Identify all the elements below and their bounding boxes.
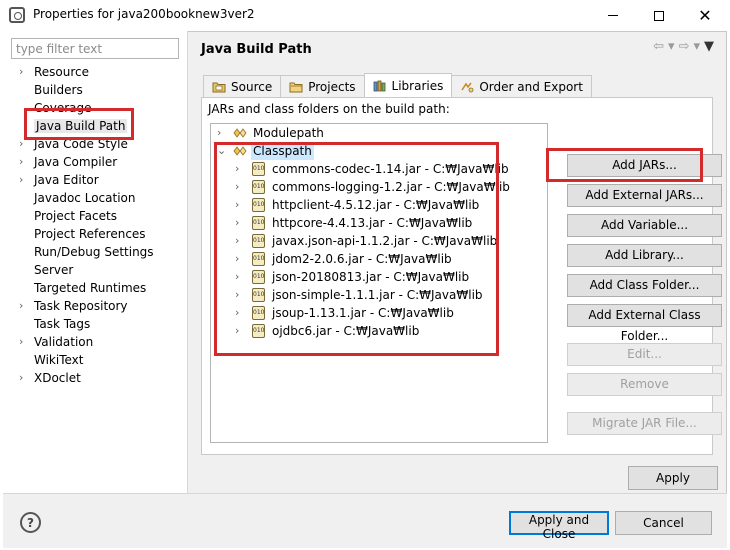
libraries-icon bbox=[373, 80, 385, 91]
add-variable-button[interactable]: Add Variable... bbox=[567, 214, 722, 237]
order-export-icon bbox=[461, 82, 474, 92]
sidebar-item-label: Run/Debug Settings bbox=[34, 245, 154, 259]
chevron-right-icon[interactable]: › bbox=[19, 63, 23, 81]
minimize-icon bbox=[608, 15, 618, 16]
maximize-button[interactable] bbox=[636, 0, 682, 31]
sidebar-item-label: Builders bbox=[34, 83, 83, 97]
back-dropdown-icon[interactable]: ▾ bbox=[668, 39, 675, 54]
add-external-jars-button[interactable]: Add External JARs... bbox=[567, 184, 722, 207]
sidebar-item-project-facets[interactable]: Project Facets bbox=[3, 207, 187, 225]
sidebar-item-label: Resource bbox=[34, 65, 90, 79]
filter-input[interactable] bbox=[11, 38, 179, 59]
sidebar-item-label: Java Editor bbox=[34, 173, 99, 187]
modulepath-icon bbox=[233, 128, 247, 138]
tab-order-and-export[interactable]: Order and Export bbox=[451, 75, 592, 97]
sidebar-item-wikitext[interactable]: WikiText bbox=[3, 351, 187, 369]
tab-projects[interactable]: Projects bbox=[280, 75, 365, 97]
tab-bar: Source Projects Libraries Order and Expo… bbox=[203, 73, 592, 97]
sidebar-item-label: Targeted Runtimes bbox=[34, 281, 147, 295]
back-arrow-icon[interactable]: ⇦ bbox=[653, 39, 664, 54]
annotation-highlight-add-external-jars bbox=[546, 148, 703, 182]
sidebar-item-label: Task Tags bbox=[34, 317, 91, 331]
sidebar-item-project-references[interactable]: Project References bbox=[3, 225, 187, 243]
chevron-right-icon[interactable]: › bbox=[19, 171, 23, 189]
sidebar-item-validation[interactable]: › Validation bbox=[3, 333, 187, 351]
properties-app-icon bbox=[9, 7, 25, 23]
project-folder-icon bbox=[289, 82, 303, 92]
chevron-right-icon[interactable]: › bbox=[217, 124, 221, 142]
sidebar-item-label: Task Repository bbox=[34, 299, 128, 313]
add-library-button[interactable]: Add Library... bbox=[567, 244, 722, 267]
sidebar-item-label: Server bbox=[34, 263, 74, 277]
window-title: Properties for java200booknew3ver2 bbox=[33, 7, 255, 21]
minimize-button[interactable] bbox=[590, 0, 636, 31]
sidebar-item-label: WikiText bbox=[34, 353, 84, 367]
apply-and-close-button[interactable]: Apply and Close bbox=[509, 511, 609, 541]
chevron-right-icon[interactable]: › bbox=[19, 153, 23, 171]
page-navigation: ⇦ ▾ ⇨ ▾ ▼ bbox=[653, 39, 714, 54]
chevron-right-icon[interactable]: › bbox=[19, 135, 23, 153]
tab-label: Projects bbox=[308, 79, 356, 94]
tree-node-label: Modulepath bbox=[253, 126, 324, 140]
property-pages-pane: ›Resource Builders Coverage Java Build P… bbox=[3, 31, 188, 493]
source-folder-icon bbox=[212, 82, 226, 92]
tab-libraries[interactable]: Libraries bbox=[363, 73, 453, 97]
sidebar-item-task-repository[interactable]: › Task Repository bbox=[3, 297, 187, 315]
sidebar-item-label: Validation bbox=[34, 335, 94, 349]
edit-button[interactable]: Edit... bbox=[567, 343, 722, 366]
chevron-right-icon[interactable]: › bbox=[19, 333, 23, 351]
help-icon[interactable]: ? bbox=[20, 512, 41, 533]
sidebar-item-java-editor[interactable]: › Java Editor bbox=[3, 171, 187, 189]
panel-description: JARs and class folders on the build path… bbox=[208, 102, 450, 116]
annotation-highlight-java-build-path bbox=[24, 108, 134, 140]
migrate-jar-file-button[interactable]: Migrate JAR File... bbox=[567, 412, 722, 435]
add-class-folder-button[interactable]: Add Class Folder... bbox=[567, 274, 722, 297]
sidebar-item-run-debug-settings[interactable]: Run/Debug Settings bbox=[3, 243, 187, 261]
sidebar-item-xdoclet[interactable]: › XDoclet bbox=[3, 369, 187, 387]
chevron-right-icon[interactable]: › bbox=[19, 369, 23, 387]
add-external-class-folder-button[interactable]: Add External Class Folder... bbox=[567, 304, 722, 343]
remove-button[interactable]: Remove bbox=[567, 373, 722, 396]
page-title: Java Build Path bbox=[201, 42, 312, 57]
tree-node-modulepath[interactable]: › Modulepath bbox=[211, 124, 547, 142]
sidebar-item-resource[interactable]: › Resource bbox=[3, 63, 187, 81]
title-bar: Properties for java200booknew3ver2 ✕ bbox=[0, 0, 730, 31]
forward-dropdown-icon[interactable]: ▾ bbox=[693, 39, 700, 54]
sidebar-item-label: Project References bbox=[34, 227, 146, 241]
view-menu-icon[interactable]: ▼ bbox=[704, 39, 714, 54]
forward-arrow-icon[interactable]: ⇨ bbox=[679, 39, 690, 54]
tab-label: Libraries bbox=[391, 78, 444, 93]
tab-label: Order and Export bbox=[479, 79, 583, 94]
sidebar-item-label: Java Compiler bbox=[34, 155, 118, 169]
sidebar-item-java-compiler[interactable]: › Java Compiler bbox=[3, 153, 187, 171]
close-icon: ✕ bbox=[698, 6, 712, 25]
sidebar-item-builders[interactable]: Builders bbox=[3, 81, 187, 99]
apply-button[interactable]: Apply bbox=[628, 466, 718, 490]
close-button[interactable]: ✕ bbox=[682, 0, 728, 31]
maximize-icon bbox=[654, 10, 664, 21]
sidebar-item-label: Javadoc Location bbox=[34, 191, 136, 205]
dialog-footer: ? Apply and Close Cancel bbox=[3, 493, 727, 548]
sidebar-item-label: XDoclet bbox=[34, 371, 81, 385]
cancel-button[interactable]: Cancel bbox=[615, 511, 712, 535]
sidebar-item-targeted-runtimes[interactable]: Targeted Runtimes bbox=[3, 279, 187, 297]
sidebar-item-label: Project Facets bbox=[34, 209, 117, 223]
annotation-highlight-classpath bbox=[214, 142, 499, 356]
chevron-right-icon[interactable]: › bbox=[19, 297, 23, 315]
sidebar-item-task-tags[interactable]: Task Tags bbox=[3, 315, 187, 333]
tab-label: Source bbox=[231, 79, 273, 94]
tab-source[interactable]: Source bbox=[203, 75, 282, 97]
sidebar-item-server[interactable]: Server bbox=[3, 261, 187, 279]
sidebar-item-javadoc-location[interactable]: Javadoc Location bbox=[3, 189, 187, 207]
